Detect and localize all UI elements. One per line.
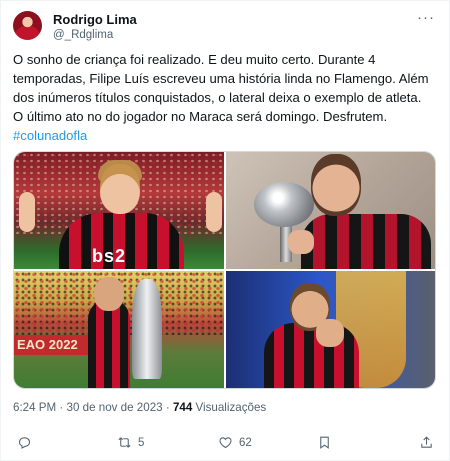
bookmark-icon (320, 436, 329, 449)
share-icon (421, 436, 432, 448)
author-name[interactable]: Rodrigo Lima (53, 12, 137, 27)
bookmark-button[interactable] (317, 435, 332, 450)
photo-3[interactable]: EAO 2022 (14, 271, 224, 388)
photo-2[interactable] (226, 152, 435, 269)
tweet-time[interactable]: 6:24 PM (13, 401, 56, 414)
tweet-date[interactable]: 30 de nov de 2023 (67, 401, 163, 414)
meta-separator-2: · (165, 401, 170, 414)
views-label: Visualizações (195, 401, 267, 414)
views-count: 744 (172, 401, 193, 414)
reply-icon (18, 437, 31, 449)
like-button[interactable]: 62 (218, 435, 252, 450)
reply-button[interactable] (17, 435, 38, 450)
retweet-button[interactable]: 5 (117, 435, 144, 450)
retweet-icon (118, 437, 131, 448)
avatar[interactable] (13, 11, 42, 40)
more-icon[interactable]: ··· (417, 10, 435, 29)
media-grid: bs2 EAO 2022 (13, 151, 436, 389)
like-count: 62 (239, 436, 252, 449)
retweet-count: 5 (138, 436, 145, 449)
tweet-card: Rodrigo Lima @_Rdglima ··· O sonho de cr… (0, 0, 450, 461)
photo-1[interactable]: bs2 (14, 152, 224, 269)
photo-4[interactable] (226, 271, 435, 388)
tweet-meta: 6:24 PM · 30 de nov de 2023 · 744 Visual… (13, 401, 266, 414)
share-button[interactable] (419, 435, 434, 450)
photo-1-sponsor-text: bs2 (92, 246, 127, 266)
meta-separator: · (59, 401, 64, 414)
action-bar: 5 62 (1, 435, 449, 457)
tweet-body: O sonho de criança foi realizado. E deu … (13, 52, 429, 124)
tweet-text: O sonho de criança foi realizado. E deu … (13, 50, 438, 145)
like-icon (219, 437, 232, 449)
tweet-header: Rodrigo Lima @_Rdglima ··· (13, 10, 437, 45)
hashtag-link[interactable]: #colunadofla (13, 128, 87, 143)
author-handle[interactable]: @_Rdglima (53, 29, 113, 41)
